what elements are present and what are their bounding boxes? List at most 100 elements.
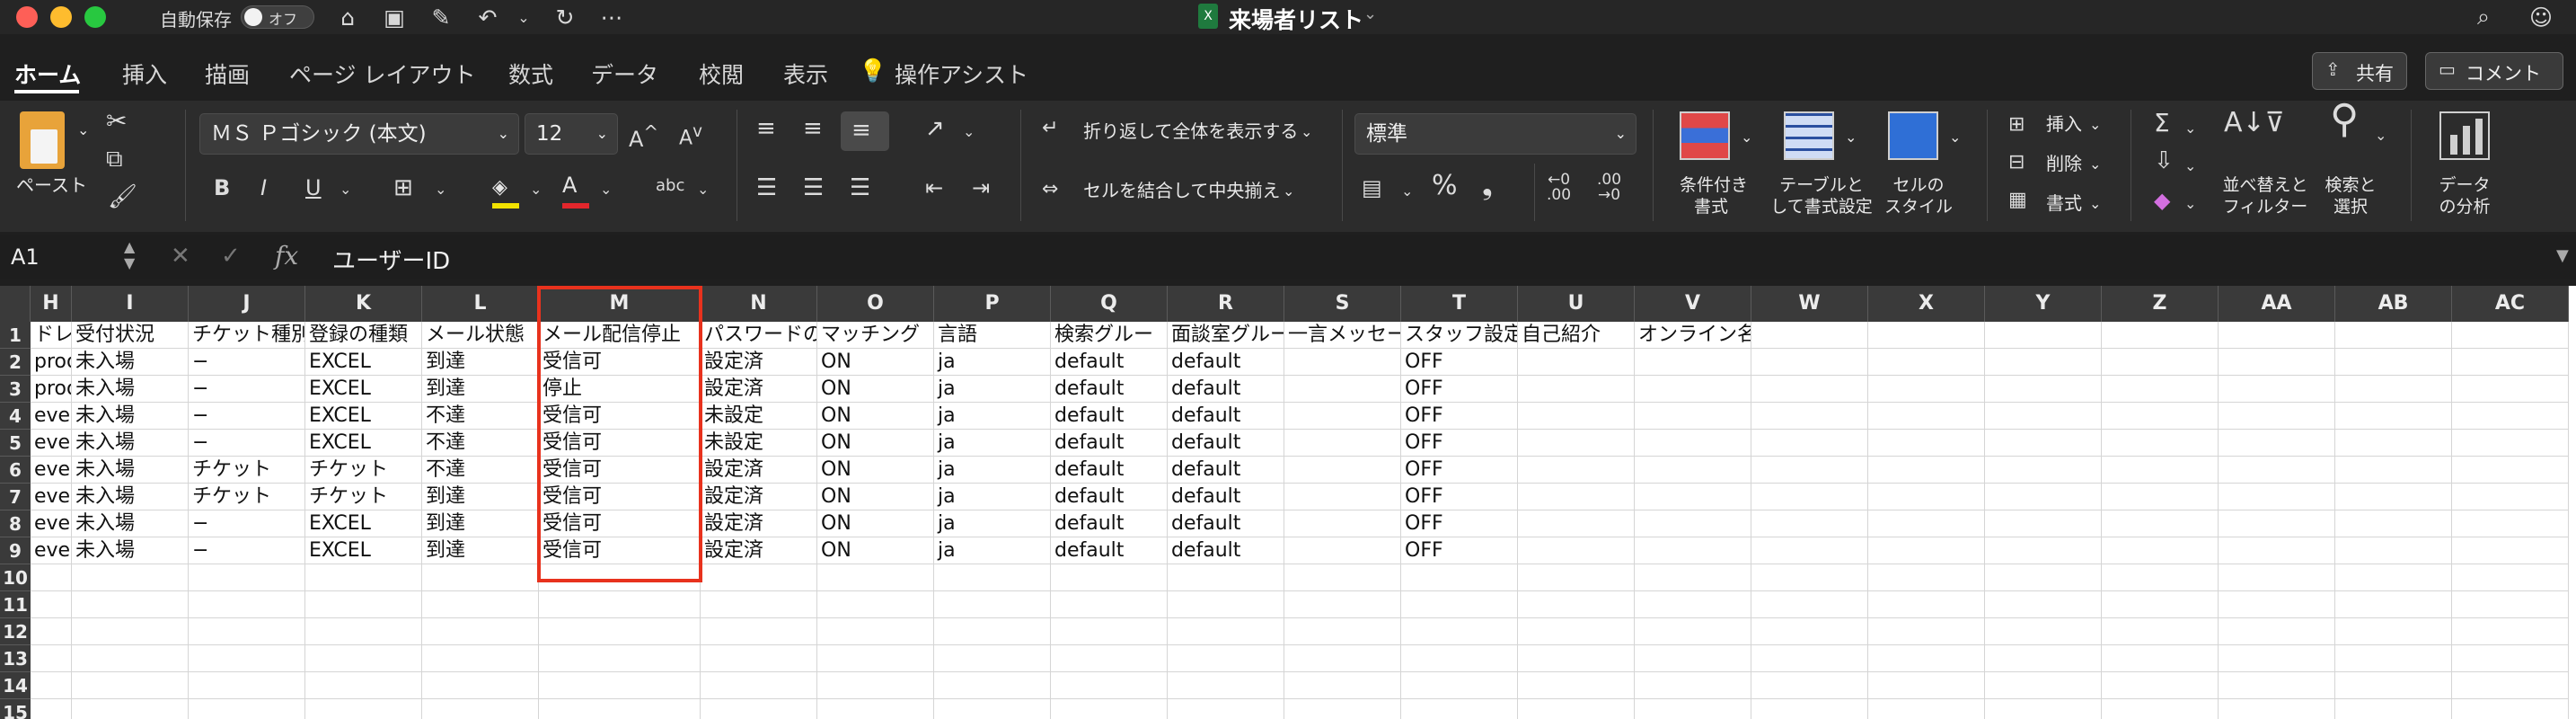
cell-j12[interactable] — [189, 618, 305, 645]
align-bottom-button[interactable]: ≡ — [841, 111, 889, 151]
cell-o8[interactable]: ON — [817, 510, 934, 537]
cell-y4[interactable] — [1985, 403, 2102, 430]
cell-t4[interactable]: OFF — [1401, 403, 1518, 430]
cell-q14[interactable] — [1051, 672, 1168, 699]
cell-o1[interactable]: マッチング — [817, 322, 934, 349]
cell-r14[interactable] — [1168, 672, 1284, 699]
row-header[interactable]: 1 — [0, 322, 31, 349]
cell-aa10[interactable] — [2219, 564, 2335, 591]
cell-u2[interactable] — [1518, 349, 1635, 376]
number-format-dropdown[interactable]: 標準 ⌄ — [1354, 113, 1636, 155]
cell-l14[interactable] — [422, 672, 539, 699]
autosum-dropdown-icon[interactable]: ⌄ — [2184, 115, 2196, 142]
cell-ac3[interactable] — [2452, 376, 2569, 403]
fill-dropdown-icon[interactable]: ⌄ — [2184, 153, 2196, 180]
cell-n3[interactable]: 設定済 — [701, 376, 817, 403]
cell-j9[interactable]: − — [189, 537, 305, 564]
cell-m10[interactable] — [539, 564, 701, 591]
cell-v14[interactable] — [1635, 672, 1751, 699]
cell-m6[interactable]: 受信可 — [539, 457, 701, 484]
cell-x4[interactable] — [1868, 403, 1985, 430]
cell-ab8[interactable] — [2335, 510, 2452, 537]
column-header-ac[interactable]: AC — [2452, 286, 2569, 322]
cell-m11[interactable] — [539, 591, 701, 618]
cell-i4[interactable]: 未入場 — [72, 403, 189, 430]
cell-l12[interactable] — [422, 618, 539, 645]
cell-l11[interactable] — [422, 591, 539, 618]
phonetic-guide-icon[interactable]: abc — [656, 173, 684, 200]
cell-ab2[interactable] — [2335, 349, 2452, 376]
cell-w6[interactable] — [1751, 457, 1868, 484]
tab-insert[interactable]: 挿入 — [122, 58, 167, 90]
cell-v5[interactable] — [1635, 430, 1751, 457]
cell-ac12[interactable] — [2452, 618, 2569, 645]
cell-k15[interactable] — [305, 699, 422, 719]
row-header[interactable]: 13 — [0, 645, 31, 672]
cell-styles-icon[interactable] — [1888, 111, 1938, 160]
cell-t7[interactable]: OFF — [1401, 484, 1518, 510]
cell-o2[interactable]: ON — [817, 349, 934, 376]
cell-ab12[interactable] — [2335, 618, 2452, 645]
cell-v8[interactable] — [1635, 510, 1751, 537]
cell-w4[interactable] — [1751, 403, 1868, 430]
cell-z12[interactable] — [2102, 618, 2219, 645]
tab-formulas[interactable]: 数式 — [508, 58, 553, 90]
cell-r15[interactable] — [1168, 699, 1284, 719]
cell-o3[interactable]: ON — [817, 376, 934, 403]
cell-q1[interactable]: 検索グルー — [1051, 322, 1168, 349]
cell-s5[interactable] — [1284, 430, 1401, 457]
cell-r11[interactable] — [1168, 591, 1284, 618]
increase-font-size-icon[interactable]: A^ — [629, 119, 658, 153]
cell-p7[interactable]: ja — [934, 484, 1051, 510]
cell-x1[interactable] — [1868, 322, 1985, 349]
cell-z11[interactable] — [2102, 591, 2219, 618]
clear-dropdown-icon[interactable]: ⌄ — [2184, 191, 2196, 217]
cell-ab6[interactable] — [2335, 457, 2452, 484]
cell-q10[interactable] — [1051, 564, 1168, 591]
cell-p11[interactable] — [934, 591, 1051, 618]
column-header-s[interactable]: S — [1284, 286, 1401, 322]
cell-x9[interactable] — [1868, 537, 1985, 564]
cell-l1[interactable]: メール状態 — [422, 322, 539, 349]
cell-p3[interactable]: ja — [934, 376, 1051, 403]
cell-x12[interactable] — [1868, 618, 1985, 645]
cell-s11[interactable] — [1284, 591, 1401, 618]
cell-i1[interactable]: 受付状況 — [72, 322, 189, 349]
cell-n10[interactable] — [701, 564, 817, 591]
cell-aa11[interactable] — [2219, 591, 2335, 618]
cell-u9[interactable] — [1518, 537, 1635, 564]
cell-k10[interactable] — [305, 564, 422, 591]
column-header-t[interactable]: T — [1401, 286, 1518, 322]
cell-t12[interactable] — [1401, 618, 1518, 645]
cell-aa15[interactable] — [2219, 699, 2335, 719]
cell-s3[interactable] — [1284, 376, 1401, 403]
cell-v15[interactable] — [1635, 699, 1751, 719]
cell-x2[interactable] — [1868, 349, 1985, 376]
name-box[interactable]: A1 — [11, 244, 40, 270]
cell-q2[interactable]: default — [1051, 349, 1168, 376]
cell-w1[interactable] — [1751, 322, 1868, 349]
cell-r6[interactable]: default — [1168, 457, 1284, 484]
cell-z5[interactable] — [2102, 430, 2219, 457]
column-header-n[interactable]: N — [701, 286, 817, 322]
cell-h12[interactable] — [31, 618, 72, 645]
cell-m13[interactable] — [539, 645, 701, 672]
cell-x6[interactable] — [1868, 457, 1985, 484]
cell-i8[interactable]: 未入場 — [72, 510, 189, 537]
cell-u1[interactable]: 自己紹介 — [1518, 322, 1635, 349]
underline-dropdown-icon[interactable]: ⌄ — [340, 176, 351, 203]
cell-o12[interactable] — [817, 618, 934, 645]
column-header-m[interactable]: M — [539, 286, 701, 322]
cell-q9[interactable]: default — [1051, 537, 1168, 564]
cell-k4[interactable]: EXCEL — [305, 403, 422, 430]
cell-i6[interactable]: 未入場 — [72, 457, 189, 484]
cell-u13[interactable] — [1518, 645, 1635, 672]
autosum-icon[interactable]: Σ — [2154, 110, 2170, 137]
row-header[interactable]: 14 — [0, 672, 31, 699]
cell-n1[interactable]: パスワードの — [701, 322, 817, 349]
cell-j3[interactable]: − — [189, 376, 305, 403]
cell-j7[interactable]: チケット — [189, 484, 305, 510]
cell-i9[interactable]: 未入場 — [72, 537, 189, 564]
cell-j5[interactable]: − — [189, 430, 305, 457]
cell-s4[interactable] — [1284, 403, 1401, 430]
